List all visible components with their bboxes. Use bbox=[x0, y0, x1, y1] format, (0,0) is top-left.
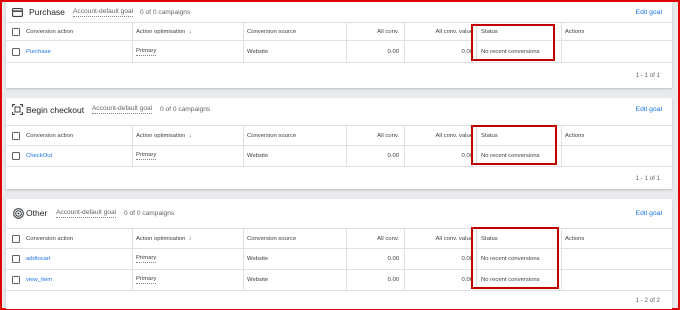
table-header-row: Conversion action Action optimisation ↓ C… bbox=[6, 125, 672, 145]
col-header-actions: Actions bbox=[565, 132, 585, 139]
optimisation-value[interactable]: Primary bbox=[136, 276, 157, 284]
all-conv-value-value: 0.00 bbox=[461, 153, 473, 159]
target-icon bbox=[12, 207, 24, 219]
col-header-source[interactable]: Conversion source bbox=[247, 126, 296, 145]
all-conv-value-value: 0.00 bbox=[461, 256, 473, 262]
table-row: addtocart Primary Website 0.00 0.00 No r… bbox=[6, 248, 672, 269]
col-header-action[interactable]: Conversion action bbox=[26, 23, 73, 40]
source-value: Website bbox=[247, 153, 269, 159]
all-conv-value: 0.00 bbox=[387, 256, 399, 262]
edit-goal-link[interactable]: Edit goal bbox=[636, 106, 662, 113]
conversion-action-link[interactable]: CheckOut bbox=[26, 146, 52, 166]
source-value: Website bbox=[247, 277, 269, 283]
table-row: Purchase Primary Website 0.00 0.00 No re… bbox=[6, 40, 672, 62]
row-checkbox[interactable] bbox=[12, 152, 20, 160]
goal-card-begin-checkout: Begin checkout Account-default goal 0 of… bbox=[6, 98, 672, 189]
col-header-optimisation[interactable]: Action optimisation ↓ bbox=[136, 23, 192, 40]
campaign-count: 0 of 0 campaigns bbox=[140, 8, 191, 16]
edit-goal-link[interactable]: Edit goal bbox=[636, 210, 662, 217]
goal-card-header: Other Account-default goal 0 of 0 campai… bbox=[6, 199, 672, 227]
screenshot-frame: Purchase Account-default goal 0 of 0 cam… bbox=[0, 0, 680, 310]
all-conv-value-value: 0.00 bbox=[461, 277, 473, 283]
col-header-status[interactable]: Status bbox=[481, 229, 498, 248]
conversion-action-link[interactable]: addtocart bbox=[26, 249, 51, 269]
sort-arrow-icon: ↓ bbox=[188, 28, 192, 35]
table-footer: 1 - 1 of 1 bbox=[6, 166, 672, 189]
col-header-status[interactable]: Status bbox=[481, 23, 498, 40]
goal-title: Purchase bbox=[29, 7, 65, 17]
conversion-action-link[interactable]: Purchase bbox=[26, 41, 51, 62]
sort-arrow-icon: ↓ bbox=[188, 132, 192, 139]
credit-card-icon bbox=[11, 6, 23, 18]
optimisation-value[interactable]: Primary bbox=[136, 152, 157, 160]
col-header-source[interactable]: Conversion source bbox=[247, 229, 296, 248]
status-value: No recent conversions bbox=[481, 153, 540, 159]
col-header-status[interactable]: Status bbox=[481, 126, 498, 145]
pagination-label: 1 - 1 of 1 bbox=[635, 72, 660, 79]
goal-card-purchase: Purchase Account-default goal 0 of 0 cam… bbox=[6, 2, 672, 88]
col-header-optimisation[interactable]: Action optimisation ↓ bbox=[136, 126, 192, 145]
goal-type-label[interactable]: Account-default goal bbox=[56, 209, 117, 218]
campaign-count: 0 of 0 campaigns bbox=[160, 106, 211, 113]
col-header-all-conv[interactable]: All conv. bbox=[351, 229, 399, 248]
sort-arrow-icon: ↓ bbox=[188, 235, 192, 242]
goal-card-header: Purchase Account-default goal 0 of 0 cam… bbox=[6, 2, 672, 22]
col-header-all-conv-value[interactable]: All conv. value bbox=[416, 126, 473, 145]
row-checkbox[interactable] bbox=[12, 255, 20, 263]
col-header-optimisation[interactable]: Action optimisation ↓ bbox=[136, 229, 192, 248]
all-conv-value: 0.00 bbox=[387, 153, 399, 159]
col-header-action[interactable]: Conversion action bbox=[26, 126, 73, 145]
row-checkbox[interactable] bbox=[12, 276, 20, 284]
goal-title: Begin checkout bbox=[26, 104, 85, 115]
status-value: No recent conversions bbox=[481, 256, 540, 262]
row-checkbox[interactable] bbox=[12, 48, 20, 56]
table-row: view_item Primary Website 0.00 0.00 No r… bbox=[6, 269, 672, 290]
status-value: No recent conversions bbox=[481, 48, 540, 55]
goal-card-header: Begin checkout Account-default goal 0 of… bbox=[6, 98, 672, 121]
optimisation-value[interactable]: Primary bbox=[136, 48, 157, 56]
all-conv-value-value: 0.00 bbox=[461, 48, 473, 55]
table-footer: 1 - 1 of 1 bbox=[6, 62, 672, 88]
col-header-all-conv[interactable]: All conv. bbox=[351, 126, 399, 145]
select-all-checkbox[interactable] bbox=[12, 132, 20, 140]
all-conv-value: 0.00 bbox=[387, 48, 399, 55]
goal-title: Other bbox=[26, 208, 48, 218]
campaign-count: 0 of 0 campaigns bbox=[124, 209, 175, 217]
table-row: CheckOut Primary Website 0.00 0.00 No re… bbox=[6, 145, 672, 166]
pagination-label: 1 - 1 of 1 bbox=[635, 175, 660, 182]
col-header-actions: Actions bbox=[565, 235, 585, 242]
col-header-all-conv-value[interactable]: All conv. value bbox=[416, 23, 473, 40]
pagination-label: 1 - 2 of 2 bbox=[635, 297, 660, 304]
select-all-checkbox[interactable] bbox=[12, 235, 20, 243]
col-header-source[interactable]: Conversion source bbox=[247, 23, 296, 40]
select-all-checkbox[interactable] bbox=[12, 28, 20, 36]
source-value: Website bbox=[247, 256, 269, 262]
checkout-scan-icon bbox=[11, 104, 23, 116]
source-value: Website bbox=[247, 48, 269, 55]
goal-type-label[interactable]: Account-default goal bbox=[92, 105, 153, 114]
col-header-actions: Actions bbox=[565, 28, 585, 35]
conversion-action-link[interactable]: view_item bbox=[26, 270, 52, 290]
table-header-row: Conversion action Action optimisation ↓ C… bbox=[6, 22, 672, 40]
table-header-row: Conversion action Action optimisation ↓ C… bbox=[6, 228, 672, 248]
status-value: No recent conversions bbox=[481, 277, 540, 283]
col-header-all-conv-value[interactable]: All conv. value bbox=[416, 229, 473, 248]
col-header-action[interactable]: Conversion action bbox=[26, 229, 73, 248]
col-header-all-conv[interactable]: All conv. bbox=[351, 23, 399, 40]
goal-card-other: Other Account-default goal 0 of 0 campai… bbox=[6, 199, 672, 309]
table-footer: 1 - 2 of 2 bbox=[6, 290, 672, 309]
all-conv-value: 0.00 bbox=[387, 277, 399, 283]
edit-goal-link[interactable]: Edit goal bbox=[636, 9, 662, 16]
optimisation-value[interactable]: Primary bbox=[136, 255, 157, 263]
goal-type-label[interactable]: Account-default goal bbox=[73, 8, 134, 17]
